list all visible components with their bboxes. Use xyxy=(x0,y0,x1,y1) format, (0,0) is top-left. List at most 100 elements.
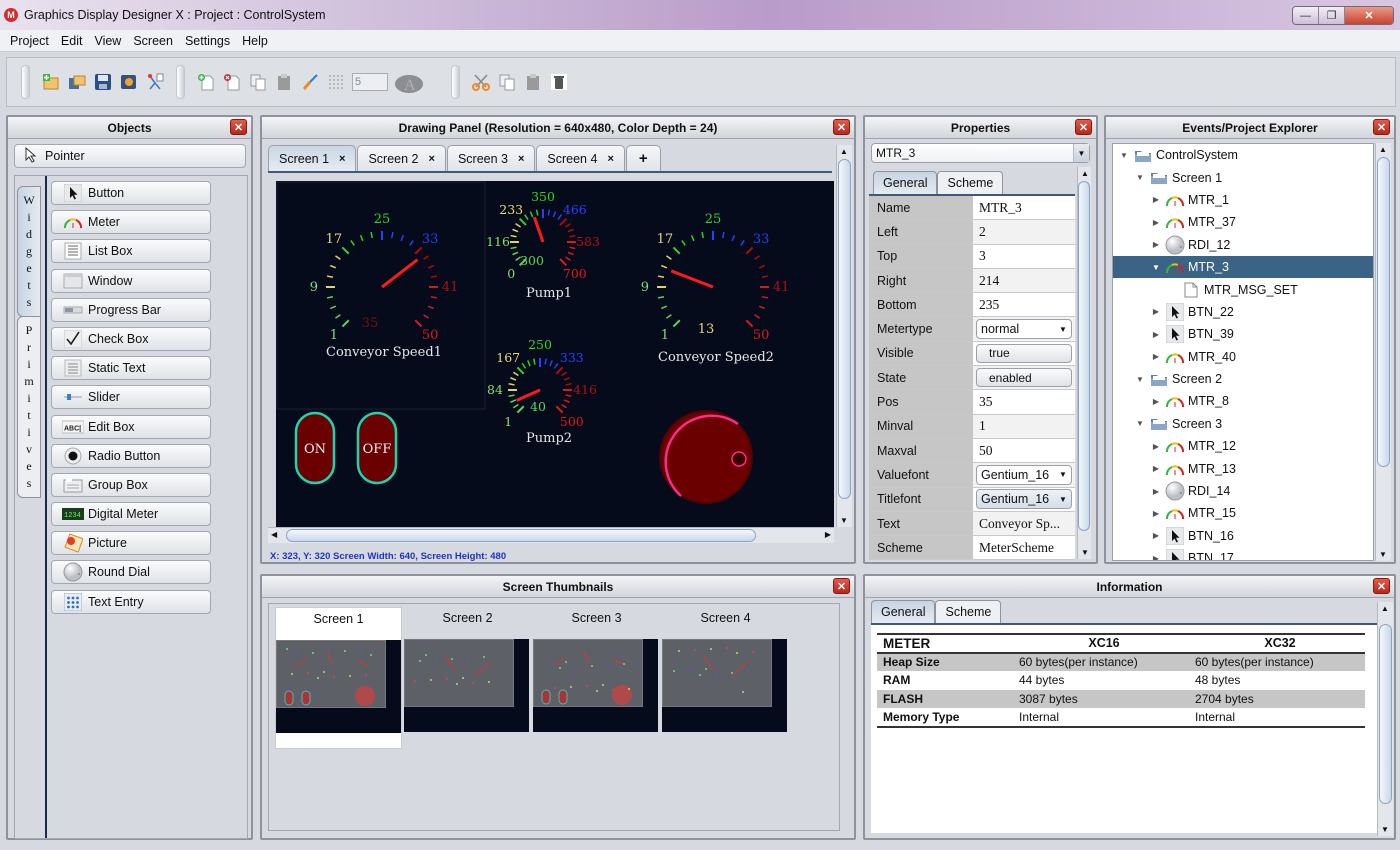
copy-icon[interactable] xyxy=(497,72,517,92)
widget-button-meter[interactable]: Meter xyxy=(51,210,211,235)
tree-node[interactable]: ▶ MTR_13 xyxy=(1113,457,1373,479)
add-screen-icon[interactable] xyxy=(196,72,216,92)
tree-node[interactable]: ▶ MTR_8 xyxy=(1113,390,1373,412)
thumbnail-screen-4[interactable]: Screen 4 xyxy=(662,607,789,733)
property-value-input[interactable]: MTR_3 xyxy=(979,200,1022,216)
delete-icon[interactable] xyxy=(549,72,569,92)
close-tab-icon[interactable]: × xyxy=(429,153,435,165)
menu-project[interactable]: Project xyxy=(10,34,49,48)
menu-settings[interactable]: Settings xyxy=(185,34,230,48)
vertical-scrollbar[interactable]: ▲ ▼ xyxy=(1377,602,1393,836)
vertical-scrollbar[interactable]: ▲ ▼ xyxy=(836,145,852,527)
copy-screen-icon[interactable] xyxy=(248,72,268,92)
tree-node[interactable]: ▶ RDI_14 xyxy=(1113,480,1373,502)
add-screen-tab-button[interactable]: + xyxy=(625,145,661,171)
drawing-canvas[interactable]: 1 9 17 25 33 41 50 35 0 116 233 350 466 583 700 300 1 9 17… xyxy=(276,181,834,527)
thumbnail-screen-1[interactable]: Screen 1 xyxy=(275,607,402,749)
expand-down-icon[interactable]: ▼ xyxy=(1151,263,1161,272)
tab-screen-4[interactable]: Screen 4 × xyxy=(536,145,625,171)
scroll-thumb[interactable] xyxy=(1377,157,1390,467)
scroll-thumb[interactable] xyxy=(286,529,756,542)
tab-scheme[interactable]: Scheme xyxy=(935,600,1002,623)
expand-down-icon[interactable]: ▼ xyxy=(1135,375,1145,384)
transfer-icon[interactable] xyxy=(145,72,165,92)
expand-right-icon[interactable]: ▶ xyxy=(1151,218,1161,227)
tree-node[interactable]: ▼ ControlSystem xyxy=(1113,144,1373,166)
vertical-scrollbar[interactable]: ▲ ▼ xyxy=(1077,167,1091,559)
property-toggle-button[interactable]: true xyxy=(976,343,1072,363)
property-value-input[interactable]: 35 xyxy=(979,394,993,410)
scroll-thumb[interactable] xyxy=(838,159,851,499)
property-value-input[interactable]: MeterScheme xyxy=(979,540,1054,556)
property-value-input[interactable]: 2 xyxy=(979,224,986,240)
expand-right-icon[interactable]: ▶ xyxy=(1151,487,1161,496)
tab-screen-3[interactable]: Screen 3 × xyxy=(446,145,536,171)
scroll-up-icon[interactable]: ▲ xyxy=(1081,169,1089,178)
widget-button-slider[interactable]: Slider xyxy=(51,385,211,410)
expand-right-icon[interactable]: ▶ xyxy=(1151,330,1161,339)
expand-right-icon[interactable]: ▶ xyxy=(1151,195,1161,204)
scroll-up-icon[interactable]: ▲ xyxy=(840,147,848,156)
property-dropdown[interactable]: Gentium_16 ▼ xyxy=(976,464,1072,485)
tree-node[interactable]: ▶ RDI_12 xyxy=(1113,234,1373,256)
tree-node[interactable]: ▶ BTN_22 xyxy=(1113,301,1373,323)
close-panel-button[interactable]: ✕ xyxy=(230,119,247,135)
close-window-button[interactable]: ✕ xyxy=(1345,7,1393,24)
close-tab-icon[interactable]: × xyxy=(339,153,345,165)
object-selector[interactable]: MTR_3 ▼ xyxy=(871,143,1090,163)
tab-scheme[interactable]: Scheme xyxy=(937,171,1004,194)
property-value-input[interactable]: Conveyor Sp... xyxy=(979,516,1060,532)
pointer-tool-button[interactable]: Pointer xyxy=(14,144,246,168)
new-project-icon[interactable] xyxy=(41,72,61,92)
menu-view[interactable]: View xyxy=(94,34,121,48)
expand-right-icon[interactable]: ▶ xyxy=(1151,531,1161,540)
expand-right-icon[interactable]: ▶ xyxy=(1151,352,1161,361)
property-value-input[interactable]: 3 xyxy=(979,248,986,264)
expand-right-icon[interactable]: ▶ xyxy=(1151,464,1161,473)
widget-button-digital-meter[interactable]: 1234 Digital Meter xyxy=(51,502,211,527)
menu-edit[interactable]: Edit xyxy=(61,34,83,48)
scroll-down-icon[interactable]: ▼ xyxy=(1081,548,1089,557)
tab-general[interactable]: General xyxy=(871,600,936,623)
tree-node[interactable]: ▶ MTR_12 xyxy=(1113,435,1373,457)
thumbnail-screen-2[interactable]: Screen 2 xyxy=(404,607,531,733)
close-panel-button[interactable]: ✕ xyxy=(1373,578,1390,594)
widget-button-round-dial[interactable]: Round Dial xyxy=(51,560,211,585)
expand-right-icon[interactable]: ▶ xyxy=(1151,397,1161,406)
widget-button-text-entry[interactable]: Text Entry xyxy=(51,589,211,614)
tree-node[interactable]: ▶ BTN_39 xyxy=(1113,323,1373,345)
grid-icon[interactable] xyxy=(326,72,346,92)
scroll-thumb[interactable] xyxy=(1078,181,1090,531)
save-icon[interactable] xyxy=(93,72,113,92)
expand-down-icon[interactable]: ▼ xyxy=(1135,173,1145,182)
close-panel-button[interactable]: ✕ xyxy=(1075,119,1092,135)
tree-node[interactable]: ▼ Screen 1 xyxy=(1113,166,1373,188)
tab-widgets[interactable]: Widgets xyxy=(17,186,41,317)
scroll-left-icon[interactable]: ◀ xyxy=(271,530,277,539)
font-icon[interactable]: A xyxy=(394,72,424,94)
close-tab-icon[interactable]: × xyxy=(607,153,613,165)
tree-node[interactable]: ▶ BTN_17 xyxy=(1113,547,1373,560)
tree-node[interactable]: ▼ Screen 3 xyxy=(1113,413,1373,435)
close-panel-button[interactable]: ✕ xyxy=(833,119,850,135)
widget-button-button[interactable]: Button xyxy=(51,181,211,205)
property-dropdown[interactable]: Gentium_16 ▼ xyxy=(976,489,1072,510)
tab-general[interactable]: General xyxy=(873,171,938,194)
thumbnail-screen-3[interactable]: Screen 3 xyxy=(533,607,660,733)
property-value-input[interactable]: 1 xyxy=(979,418,986,434)
close-panel-button[interactable]: ✕ xyxy=(833,578,850,594)
brush-icon[interactable] xyxy=(300,72,320,92)
scroll-right-icon[interactable]: ▶ xyxy=(825,530,831,539)
expand-right-icon[interactable]: ▶ xyxy=(1151,554,1161,560)
tree-node[interactable]: ▼ MTR_3 xyxy=(1113,255,1373,279)
expand-right-icon[interactable]: ▶ xyxy=(1151,240,1161,249)
paste-icon[interactable] xyxy=(523,72,543,92)
scroll-down-icon[interactable]: ▼ xyxy=(1379,550,1387,559)
grid-size-input[interactable]: 5 xyxy=(352,73,388,91)
tab-primitives[interactable]: Primitives xyxy=(17,316,41,498)
widget-button-radio-button[interactable]: Radio Button xyxy=(51,443,211,468)
tree-node[interactable]: ▶ MTR_1 xyxy=(1113,189,1373,211)
property-value-input[interactable]: 50 xyxy=(979,443,993,459)
scroll-up-icon[interactable]: ▲ xyxy=(1379,145,1387,154)
restore-button[interactable]: ❐ xyxy=(1319,7,1345,24)
